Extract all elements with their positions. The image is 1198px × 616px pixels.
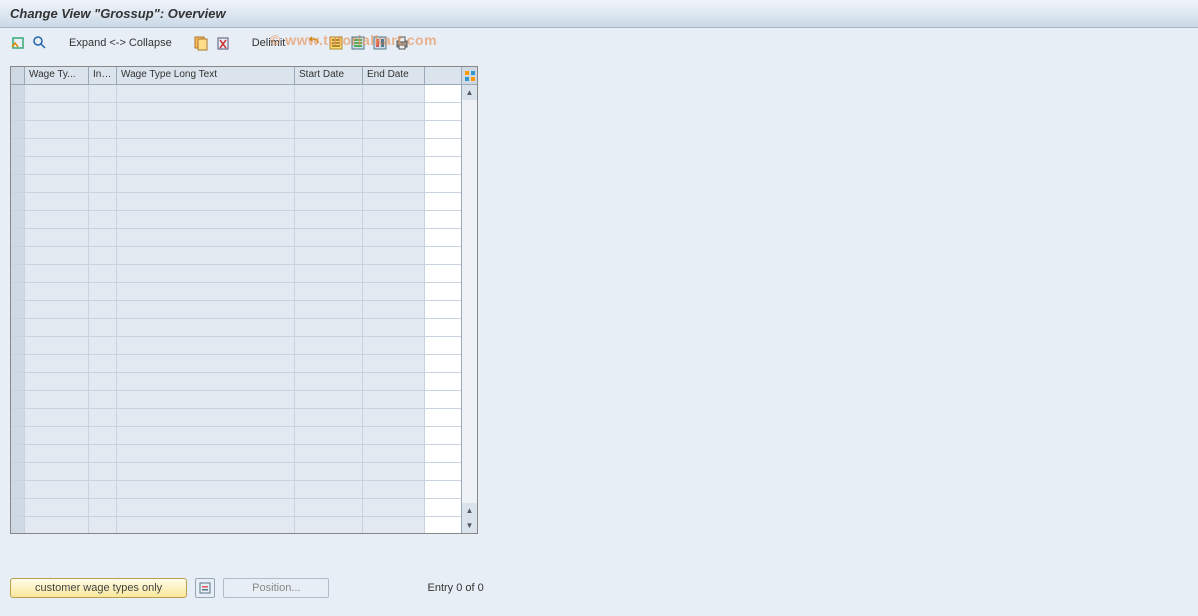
col-wage-type-long[interactable]: Wage Type Long Text <box>117 67 295 84</box>
page-title: Change View "Grossup": Overview <box>10 6 226 21</box>
scroll-down-icon[interactable]: ▼ <box>462 518 477 533</box>
table-row[interactable] <box>11 103 461 121</box>
col-inf[interactable]: Inf... <box>89 67 117 84</box>
find-icon[interactable] <box>32 35 48 51</box>
footer-bar: customer wage types only Position... Ent… <box>10 578 484 598</box>
table-row[interactable] <box>11 373 461 391</box>
copy-icon[interactable] <box>193 35 209 51</box>
col-start-date[interactable]: Start Date <box>295 67 363 84</box>
config-icon[interactable] <box>372 35 388 51</box>
table-row[interactable] <box>11 85 461 103</box>
position-icon[interactable] <box>195 578 215 598</box>
table-row[interactable] <box>11 139 461 157</box>
table-header: Wage Ty... Inf... Wage Type Long Text St… <box>11 67 461 85</box>
select-all-icon[interactable] <box>328 35 344 51</box>
col-end-date[interactable]: End Date <box>363 67 425 84</box>
separator <box>239 35 240 51</box>
deselect-all-icon[interactable] <box>350 35 366 51</box>
title-bar: Change View "Grossup": Overview <box>0 0 1198 28</box>
table-row[interactable] <box>11 121 461 139</box>
table-settings-icon[interactable] <box>462 67 477 85</box>
table-row[interactable] <box>11 193 461 211</box>
table-row[interactable] <box>11 463 461 481</box>
table-row[interactable] <box>11 175 461 193</box>
table-body <box>11 85 461 533</box>
scroll-up-icon[interactable]: ▲ <box>462 85 477 100</box>
other-view-icon[interactable] <box>10 35 26 51</box>
table-row[interactable] <box>11 247 461 265</box>
data-table: Wage Ty... Inf... Wage Type Long Text St… <box>10 66 478 534</box>
separator <box>184 35 185 51</box>
table-row[interactable] <box>11 391 461 409</box>
separator <box>297 35 298 51</box>
table-row[interactable] <box>11 301 461 319</box>
table-row[interactable] <box>11 499 461 517</box>
table-row[interactable] <box>11 283 461 301</box>
table-content: Wage Ty... Inf... Wage Type Long Text St… <box>11 67 461 533</box>
delimit-button[interactable]: Delimit <box>248 37 290 49</box>
table-row[interactable] <box>11 445 461 463</box>
scroll-track[interactable] <box>462 100 477 503</box>
table-row[interactable] <box>11 211 461 229</box>
table-row[interactable] <box>11 427 461 445</box>
print-icon[interactable] <box>394 35 410 51</box>
table-row[interactable] <box>11 265 461 283</box>
table-row[interactable] <box>11 481 461 499</box>
scroll-up2-icon[interactable]: ▲ <box>462 503 477 518</box>
expand-collapse-button[interactable]: Expand <-> Collapse <box>65 37 176 49</box>
table-row[interactable] <box>11 229 461 247</box>
table-row[interactable] <box>11 355 461 373</box>
table-row[interactable] <box>11 337 461 355</box>
undo-icon[interactable] <box>306 35 322 51</box>
table-row[interactable] <box>11 517 461 533</box>
col-wage-type[interactable]: Wage Ty... <box>25 67 89 84</box>
toolbar: Expand <-> Collapse Delimit © www.tutori… <box>0 28 1198 58</box>
customer-wage-types-button[interactable]: customer wage types only <box>10 578 187 598</box>
entry-count: Entry 0 of 0 <box>427 582 483 594</box>
separator <box>56 35 57 51</box>
position-button[interactable]: Position... <box>223 578 329 598</box>
table-scrollbar: ▲ ▲ ▼ <box>461 67 477 533</box>
table-row[interactable] <box>11 157 461 175</box>
select-all-header[interactable] <box>11 67 25 84</box>
table-row[interactable] <box>11 409 461 427</box>
table-row[interactable] <box>11 319 461 337</box>
delete-icon[interactable] <box>215 35 231 51</box>
